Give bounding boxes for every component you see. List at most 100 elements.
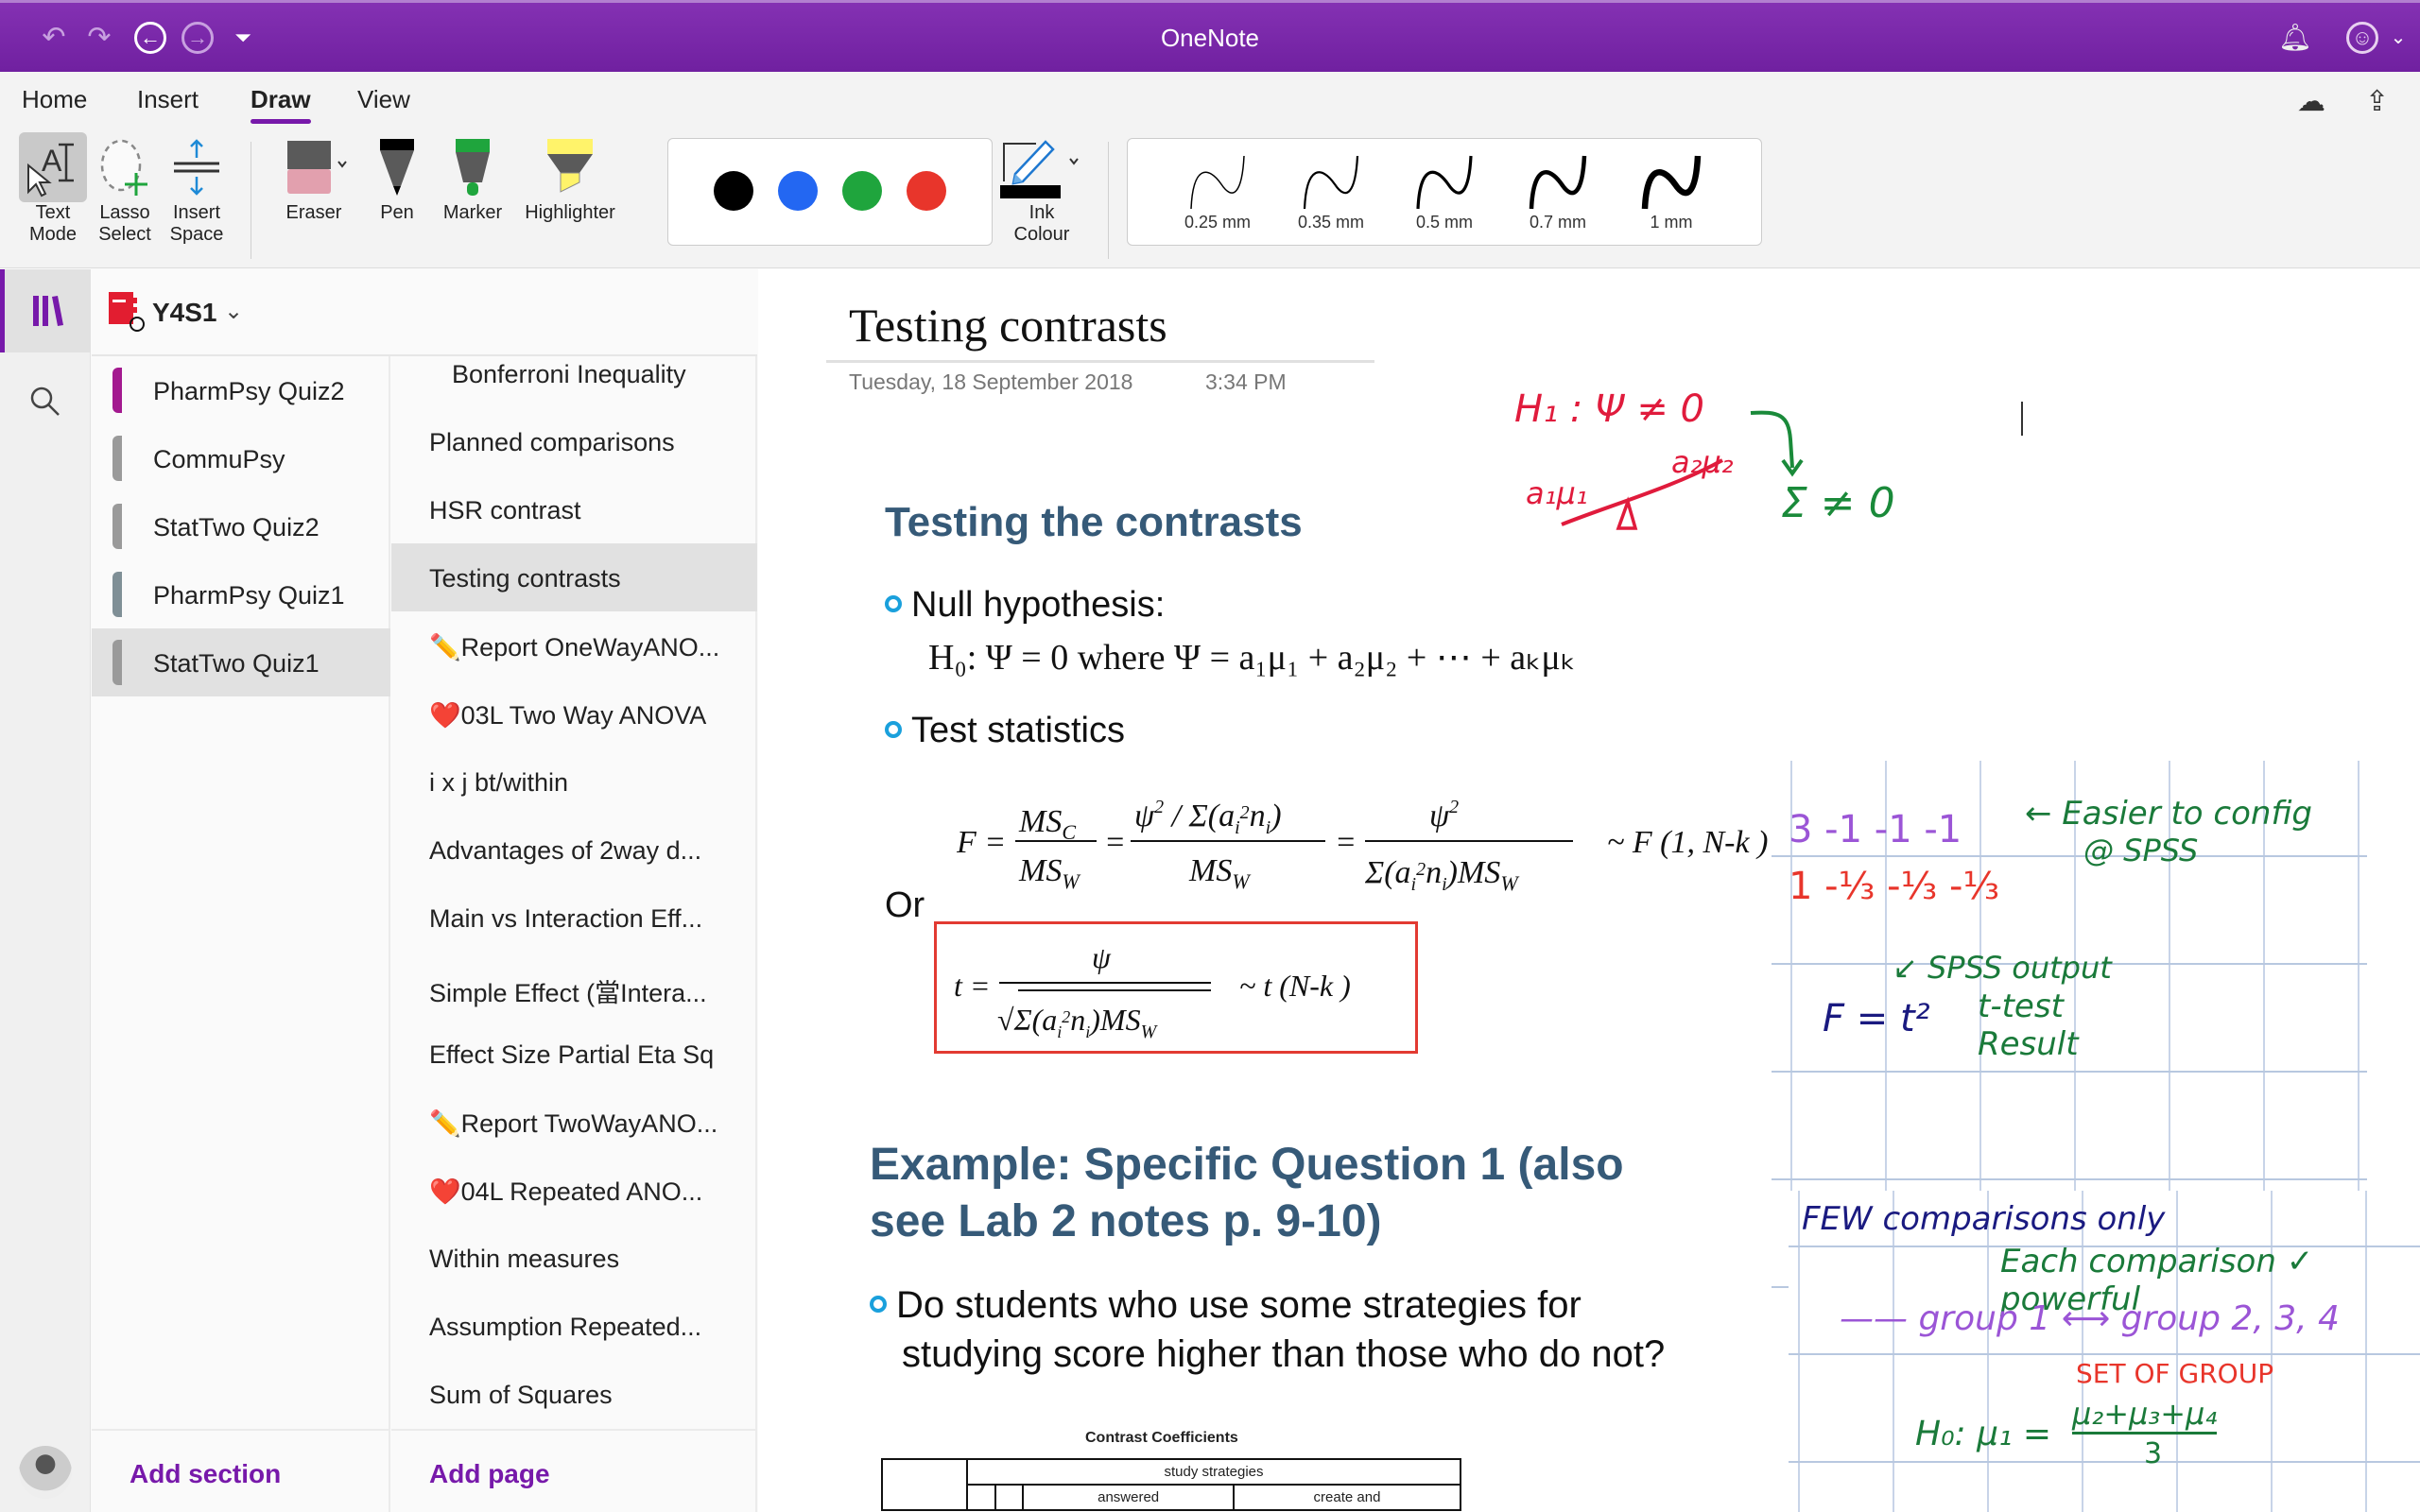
nav-rail <box>0 269 91 1512</box>
add-page-area: Add page <box>391 1429 757 1512</box>
section-item[interactable]: CommuPsy <box>92 424 390 492</box>
page-title[interactable]: Testing contrasts <box>849 298 1167 352</box>
page-item[interactable]: ❤️03L Two Way ANOVA <box>391 679 757 747</box>
page-item[interactable]: ❤️04L Repeated ANO... <box>391 1156 757 1224</box>
section-color-tab <box>112 572 122 617</box>
thickness-option[interactable]: 0.7 mm <box>1506 146 1610 232</box>
title-divider <box>826 360 1374 363</box>
eraser-label: Eraser <box>285 202 342 223</box>
title-bar: ↶ ↷ ← → ⏷ OneNote 🔔︎ ☺ ⌄ <box>0 0 2420 72</box>
marker-button[interactable]: Marker <box>437 132 509 224</box>
ink-h0-hand[interactable]: H₀: μ₁ = <box>1915 1415 2051 1453</box>
example-heading: Example: Specific Question 1 (also see L… <box>870 1140 1624 1246</box>
add-section-button[interactable]: Add section <box>130 1459 281 1489</box>
notebooks-icon <box>32 296 63 326</box>
share-icon[interactable]: ⇪ <box>2365 85 2389 118</box>
page-item[interactable]: ✏️Report TwoWayANO... <box>391 1088 757 1156</box>
page-canvas[interactable]: Testing contrasts Tuesday, 18 September … <box>758 269 2420 1512</box>
page-item[interactable]: Bonferroni Inequality <box>391 339 757 407</box>
lasso-select-button[interactable]: Lasso Select <box>91 132 159 246</box>
highlighter-button[interactable]: Highlighter <box>514 132 626 224</box>
search-icon <box>30 387 60 416</box>
thickness-option[interactable]: 1 mm <box>1619 146 1723 232</box>
lasso-icon <box>91 132 159 202</box>
page-time: 3:34 PM <box>1205 369 1287 394</box>
bullet-icon <box>885 594 902 612</box>
t-statistic-box: t = ψ √Σ(ai2ni)MSW ~ t (N-k ) <box>934 921 1418 1054</box>
notebooks-button[interactable] <box>0 269 91 352</box>
lasso-select-label: Lasso <box>99 202 150 223</box>
page-list: Bonferroni Inequality Planned comparison… <box>391 356 757 1429</box>
page-item[interactable]: Assumption Repeated... <box>391 1292 757 1360</box>
page-item[interactable]: Sum of Squares <box>391 1360 757 1428</box>
ink-h0-numerator[interactable]: μ₂+μ₃+μ₄ <box>2072 1396 2218 1435</box>
page-item[interactable]: Advantages of 2way d... <box>391 816 757 884</box>
page-item[interactable]: i x j bt/within <box>391 747 757 816</box>
page-item[interactable]: Effect Size Partial Eta Sq <box>391 1020 757 1088</box>
ink-coeff-row2[interactable]: 1 -⅓ -⅓ -⅓ <box>1789 865 1999 908</box>
color-green[interactable] <box>842 171 882 211</box>
page-date: Tuesday, 18 September 2018 <box>849 369 1133 394</box>
svg-text:=: = <box>1335 825 1357 860</box>
avatar[interactable] <box>19 1446 72 1499</box>
chevron-down-icon[interactable]: ⌄ <box>2382 22 2414 54</box>
ink-easier-config[interactable]: ← Easier to config <box>2025 795 2312 833</box>
ink-result[interactable]: Result <box>1978 1025 2079 1063</box>
tab-insert[interactable]: Insert <box>137 85 199 114</box>
svg-text:A: A <box>42 144 62 178</box>
ink-spss-output[interactable]: ↙ SPSS output <box>1893 950 2112 986</box>
page-item[interactable]: ✏️Report OneWayANO... <box>391 611 757 679</box>
ribbon: Home Insert Draw View ☁︎ ⇪ A Text Mode L… <box>0 72 2420 268</box>
page-item-active[interactable]: Testing contrasts <box>391 543 757 611</box>
ink-few-comparisons[interactable]: FEW comparisons only <box>1802 1200 2165 1238</box>
search-button[interactable] <box>0 373 91 430</box>
notebook-sync-icon <box>109 292 145 332</box>
pen-label: Pen <box>380 202 414 223</box>
section-item-active[interactable]: StatTwo Quiz1 <box>92 628 390 696</box>
color-red[interactable] <box>907 171 946 211</box>
page-item[interactable]: Within measures <box>391 1224 757 1292</box>
section-item[interactable]: StatTwo Quiz2 <box>92 492 390 560</box>
page-item[interactable]: Simple Effect (當Intera... <box>391 952 757 1020</box>
ink-group-comparison[interactable]: —— group 1 ⟷ group 2, 3, 4 <box>1840 1299 2340 1338</box>
sync-status-icon[interactable]: ☁︎ <box>2297 85 2325 118</box>
section-item[interactable]: PharmPsy Quiz1 <box>92 560 390 628</box>
pen-button[interactable]: Pen <box>371 132 424 224</box>
page-item[interactable]: Planned comparisons <box>391 407 757 475</box>
page-item[interactable]: HSR contrast <box>391 475 757 543</box>
section-color-tab <box>112 368 122 413</box>
stroke-sample-icon <box>1303 155 1359 210</box>
ink-colour-icon <box>998 132 1085 202</box>
text-mode-icon: A <box>19 132 87 202</box>
bullet-icon <box>885 720 902 738</box>
text-mode-button[interactable]: A Text Mode <box>19 132 87 246</box>
notification-bell-icon[interactable]: 🔔︎ <box>2278 22 2312 54</box>
section-color-tab <box>112 504 122 549</box>
tab-home[interactable]: Home <box>22 85 87 114</box>
add-page-button[interactable]: Add page <box>429 1459 550 1489</box>
ink-ttest[interactable]: t-test <box>1978 988 2064 1025</box>
ink-f-equals-t2[interactable]: F = t² <box>1823 997 1930 1040</box>
insert-space-button[interactable]: Insert Space <box>163 132 231 246</box>
eraser-button[interactable]: Eraser <box>268 132 359 224</box>
ink-colour-button[interactable]: Ink Colour <box>998 132 1085 246</box>
tab-view[interactable]: View <box>357 85 410 114</box>
tab-draw[interactable]: Draw <box>251 85 311 124</box>
page-item[interactable]: Main vs Interaction Eff... <box>391 884 757 952</box>
thickness-option[interactable]: 0.25 mm <box>1166 146 1270 232</box>
color-black[interactable] <box>714 171 753 211</box>
ribbon-divider <box>1108 142 1109 259</box>
color-blue[interactable] <box>778 171 818 211</box>
section-item[interactable]: PharmPsy Quiz2 <box>92 356 390 424</box>
ink-coeff-row1[interactable]: 3 -1 -1 -1 <box>1789 808 1962 851</box>
bullet-icon <box>870 1296 887 1314</box>
thickness-option[interactable]: 0.5 mm <box>1392 146 1496 232</box>
ink-at-spss[interactable]: @ SPSS <box>2083 833 2198 868</box>
ink-sum-ne0[interactable]: Σ ≠ 0 <box>1781 479 1895 527</box>
ink-seesaw-arrow[interactable] <box>1552 402 1874 553</box>
ink-h0-denominator[interactable]: 3 <box>2144 1437 2162 1470</box>
ink-set-of-group[interactable]: SET OF GROUP <box>2076 1358 2273 1389</box>
feedback-smiley-icon[interactable]: ☺ <box>2346 22 2378 54</box>
thickness-option[interactable]: 0.35 mm <box>1279 146 1383 232</box>
stroke-sample-icon <box>1529 155 1587 210</box>
